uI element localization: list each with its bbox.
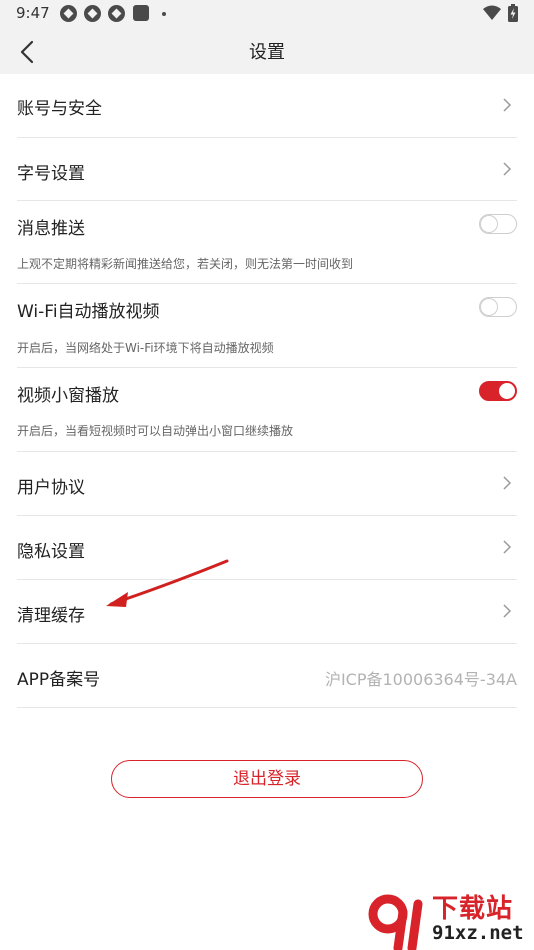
watermark: 下载站 91xz.net xyxy=(368,888,534,950)
toggle-knob xyxy=(481,299,497,315)
toggle-knob xyxy=(499,383,515,399)
setting-label: 视频小窗播放 xyxy=(17,386,119,406)
setting-row-account[interactable]: 账号与安全 xyxy=(17,74,517,138)
setting-row-font-size[interactable]: 字号设置 xyxy=(17,138,517,201)
setting-label: 用户协议 xyxy=(17,478,85,498)
setting-row-clear-cache[interactable]: 清理缓存 xyxy=(17,580,517,644)
status-bar: 9:47 xyxy=(0,0,534,28)
wifi-autoplay-toggle[interactable] xyxy=(479,297,517,317)
mini-window-toggle[interactable] xyxy=(479,381,517,401)
push-toggle[interactable] xyxy=(479,214,517,234)
setting-row-privacy[interactable]: 隐私设置 xyxy=(17,516,517,580)
settings-list: 账号与安全 字号设置 消息推送 上观不定期将精彩新闻推送给您，若关闭，则无法第一… xyxy=(0,74,534,708)
setting-label: 消息推送 xyxy=(17,219,85,239)
watermark-url: 91xz.net xyxy=(432,922,524,944)
chevron-right-icon xyxy=(503,98,512,112)
notification-app-icon xyxy=(60,5,77,22)
watermark-logo-icon xyxy=(368,894,423,950)
wifi-icon xyxy=(483,5,501,20)
chevron-right-icon xyxy=(503,476,512,490)
setting-row-wifi-autoplay: Wi-Fi自动播放视频 开启后，当网络处于Wi-Fi环境下将自动播放视频 xyxy=(17,284,517,368)
notification-app-icon xyxy=(108,5,125,22)
battery-charging-icon xyxy=(508,4,518,22)
setting-description: 上观不定期将精彩新闻推送给您，若关闭，则无法第一时间收到 xyxy=(17,257,354,271)
app-header: 设置 xyxy=(0,28,534,74)
setting-label: 账号与安全 xyxy=(17,99,102,119)
chevron-right-icon xyxy=(503,162,512,176)
setting-row-icp: APP备案号 沪ICP备10006364号-34A xyxy=(17,644,517,708)
setting-label: 字号设置 xyxy=(17,164,85,184)
watermark-text: 下载站 xyxy=(432,894,514,924)
setting-row-push: 消息推送 上观不定期将精彩新闻推送给您，若关闭，则无法第一时间收到 xyxy=(17,201,517,284)
setting-description: 开启后，当看短视频时可以自动弹出小窗口继续播放 xyxy=(17,424,294,438)
toggle-knob xyxy=(481,216,497,232)
setting-row-mini-window: 视频小窗播放 开启后，当看短视频时可以自动弹出小窗口继续播放 xyxy=(17,368,517,452)
chevron-right-icon xyxy=(503,604,512,618)
chevron-right-icon xyxy=(503,540,512,554)
setting-description: 开启后，当网络处于Wi-Fi环境下将自动播放视频 xyxy=(17,341,274,355)
notification-square-icon xyxy=(133,5,149,21)
setting-label: 隐私设置 xyxy=(17,542,85,562)
setting-label: Wi-Fi自动播放视频 xyxy=(17,302,160,322)
icp-number: 沪ICP备10006364号-34A xyxy=(324,670,517,689)
page-title: 设置 xyxy=(249,42,285,63)
notification-app-icon xyxy=(84,5,101,22)
setting-label: 清理缓存 xyxy=(17,606,85,626)
logout-button[interactable]: 退出登录 xyxy=(111,760,423,798)
more-notifications-dot-icon xyxy=(162,12,166,16)
setting-row-user-agreement[interactable]: 用户协议 xyxy=(17,452,517,516)
setting-label: APP备案号 xyxy=(17,670,101,690)
status-time: 9:47 xyxy=(16,4,50,22)
